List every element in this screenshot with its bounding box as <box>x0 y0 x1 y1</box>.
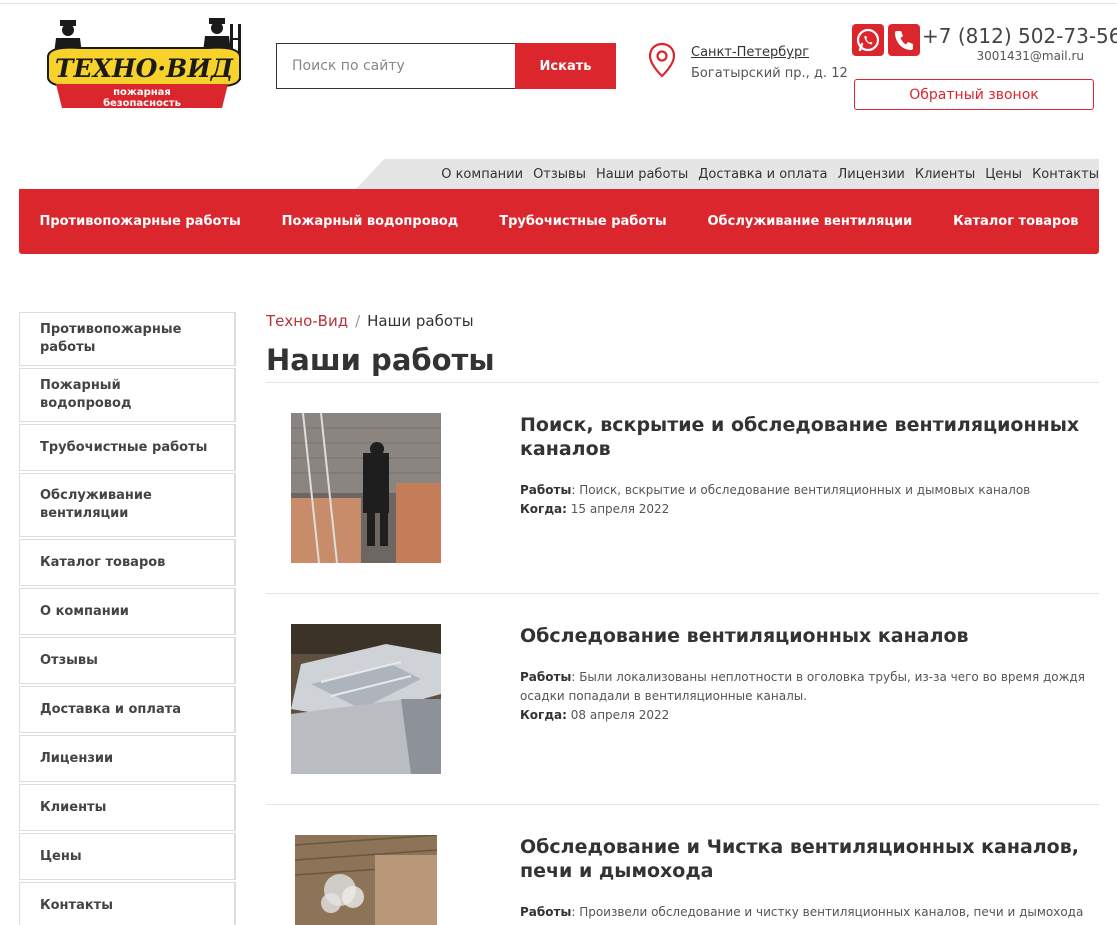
sidebar-item-ventilation[interactable]: Обслуживание вентиляции <box>19 473 236 537</box>
work-title[interactable]: Обследование вентиляционных каналов <box>520 624 1099 648</box>
sidebar-item-catalog[interactable]: Каталог товаров <box>19 539 236 586</box>
work-date-text: 08 апреля 2022 <box>570 708 670 722</box>
sidebar-item-fire-water[interactable]: Пожарный водопровод <box>19 368 236 422</box>
mainnav-item-catalog[interactable]: Каталог товаров <box>953 214 1078 229</box>
work-description-text: Произвели обследование и чистку вентиляц… <box>579 905 1084 919</box>
work-description-text: Поиск, вскрытие и обследование вентиляци… <box>579 483 1031 497</box>
work-photo[interactable] <box>295 835 437 925</box>
subnav-item-licenses[interactable]: Лицензии <box>838 167 905 182</box>
title-divider <box>266 382 1099 383</box>
when-label: Когда: <box>520 708 567 722</box>
logo-tagline-1: пожарная <box>113 87 171 98</box>
sidebar-item-about[interactable]: О компании <box>19 588 236 635</box>
work-divider <box>266 593 1099 594</box>
logo-tagline-2: безопасность <box>103 97 181 109</box>
work-item: Поиск, вскрытие и обследование вентиляци… <box>266 413 1099 594</box>
mainnav-item-chimney[interactable]: Трубочистные работы <box>499 214 666 229</box>
sidebar-item-prices[interactable]: Цены <box>19 833 236 880</box>
mainnav-item-fire-protection[interactable]: Противопожарные работы <box>39 214 240 229</box>
mainnav-item-ventilation[interactable]: Обслуживание вентиляции <box>707 214 912 229</box>
subnav-item-contacts[interactable]: Контакты <box>1032 167 1099 182</box>
work-description: Работы: Поиск, вскрытие и обследование в… <box>520 483 1031 497</box>
work-item: Обследование и Чистка вентиляционных кан… <box>266 835 1099 925</box>
subnav-item-clients[interactable]: Клиенты <box>915 167 975 182</box>
location-pin-icon <box>648 42 676 78</box>
sidebar-item-licenses[interactable]: Лицензии <box>19 735 236 782</box>
works-label: Работы <box>520 483 572 497</box>
works-label: Работы <box>520 670 572 684</box>
top-subnav: О компании Отзывы Наши работы Доставка и… <box>441 159 1099 189</box>
sidebar-item-chimney[interactable]: Трубочистные работы <box>19 424 236 471</box>
search-button[interactable]: Искать <box>515 43 616 89</box>
search-input[interactable] <box>276 43 515 89</box>
sidebar-item-clients[interactable]: Клиенты <box>19 784 236 831</box>
sidebar-item-contacts[interactable]: Контакты <box>19 882 236 925</box>
work-divider <box>266 804 1099 805</box>
work-date: Когда: 08 апреля 2022 <box>520 706 1099 725</box>
subnav-item-our-works[interactable]: Наши работы <box>596 167 688 182</box>
work-photo[interactable] <box>291 413 441 563</box>
work-description: Работы: Были локализованы неплотности в … <box>520 670 1085 703</box>
work-photo[interactable] <box>291 624 441 774</box>
main-nav: Противопожарные работы Пожарный водопров… <box>19 189 1099 254</box>
breadcrumb-current: Наши работы <box>367 312 474 330</box>
city-link[interactable]: Санкт-Петербург <box>691 45 809 60</box>
sidebar-menu: Противопожарные работы Пожарный водопров… <box>19 312 236 925</box>
work-date: Когда: 15 апреля 2022 <box>520 500 1099 519</box>
callback-button[interactable]: Обратный звонок <box>854 79 1094 110</box>
sidebar-item-reviews[interactable]: Отзывы <box>19 637 236 684</box>
works-label: Работы <box>520 905 572 919</box>
email-address[interactable]: 3001431@mail.ru <box>976 49 1084 63</box>
work-title[interactable]: Обследование и Чистка вентиляционных кан… <box>520 835 1099 883</box>
subnav-item-prices[interactable]: Цены <box>985 167 1022 182</box>
breadcrumb-separator: / <box>355 312 361 330</box>
work-description-text: Были локализованы неплотности в оголовка… <box>520 670 1085 703</box>
work-item: Обследование вентиляционных каналов Рабо… <box>266 624 1099 805</box>
work-description: Работы: Произвели обследование и чистку … <box>520 905 1084 919</box>
work-date-text: 15 апреля 2022 <box>570 502 670 516</box>
page-title: Наши работы <box>266 343 495 377</box>
top-border <box>0 0 1117 4</box>
sidebar-item-delivery[interactable]: Доставка и оплата <box>19 686 236 733</box>
sidebar-item-fire-protection[interactable]: Противопожарные работы <box>19 312 236 366</box>
whatsapp-icon[interactable] <box>852 24 884 56</box>
subnav-item-delivery[interactable]: Доставка и оплата <box>698 167 827 182</box>
site-logo[interactable]: ТЕХНО·ВИД пожарная безопасность <box>40 16 245 112</box>
street-address: Богатырский пр., д. 12 <box>691 66 848 81</box>
mainnav-item-fire-water[interactable]: Пожарный водопровод <box>282 214 459 229</box>
breadcrumb-home-link[interactable]: Техно-Вид <box>266 312 348 330</box>
breadcrumb: Техно-Вид / Наши работы <box>266 312 474 330</box>
search-form: Искать <box>276 43 616 89</box>
phone-number[interactable]: +7 (812) 502-73-56 <box>922 24 1117 48</box>
when-label: Когда: <box>520 502 567 516</box>
subnav-item-about[interactable]: О компании <box>441 167 523 182</box>
phone-icon[interactable] <box>888 24 920 56</box>
subnav-item-reviews[interactable]: Отзывы <box>533 167 586 182</box>
work-title[interactable]: Поиск, вскрытие и обследование вентиляци… <box>520 413 1099 461</box>
address-block: Санкт-Петербург Богатырский пр., д. 12 <box>648 42 848 84</box>
logo-brand-text: ТЕХНО·ВИД <box>55 54 234 83</box>
